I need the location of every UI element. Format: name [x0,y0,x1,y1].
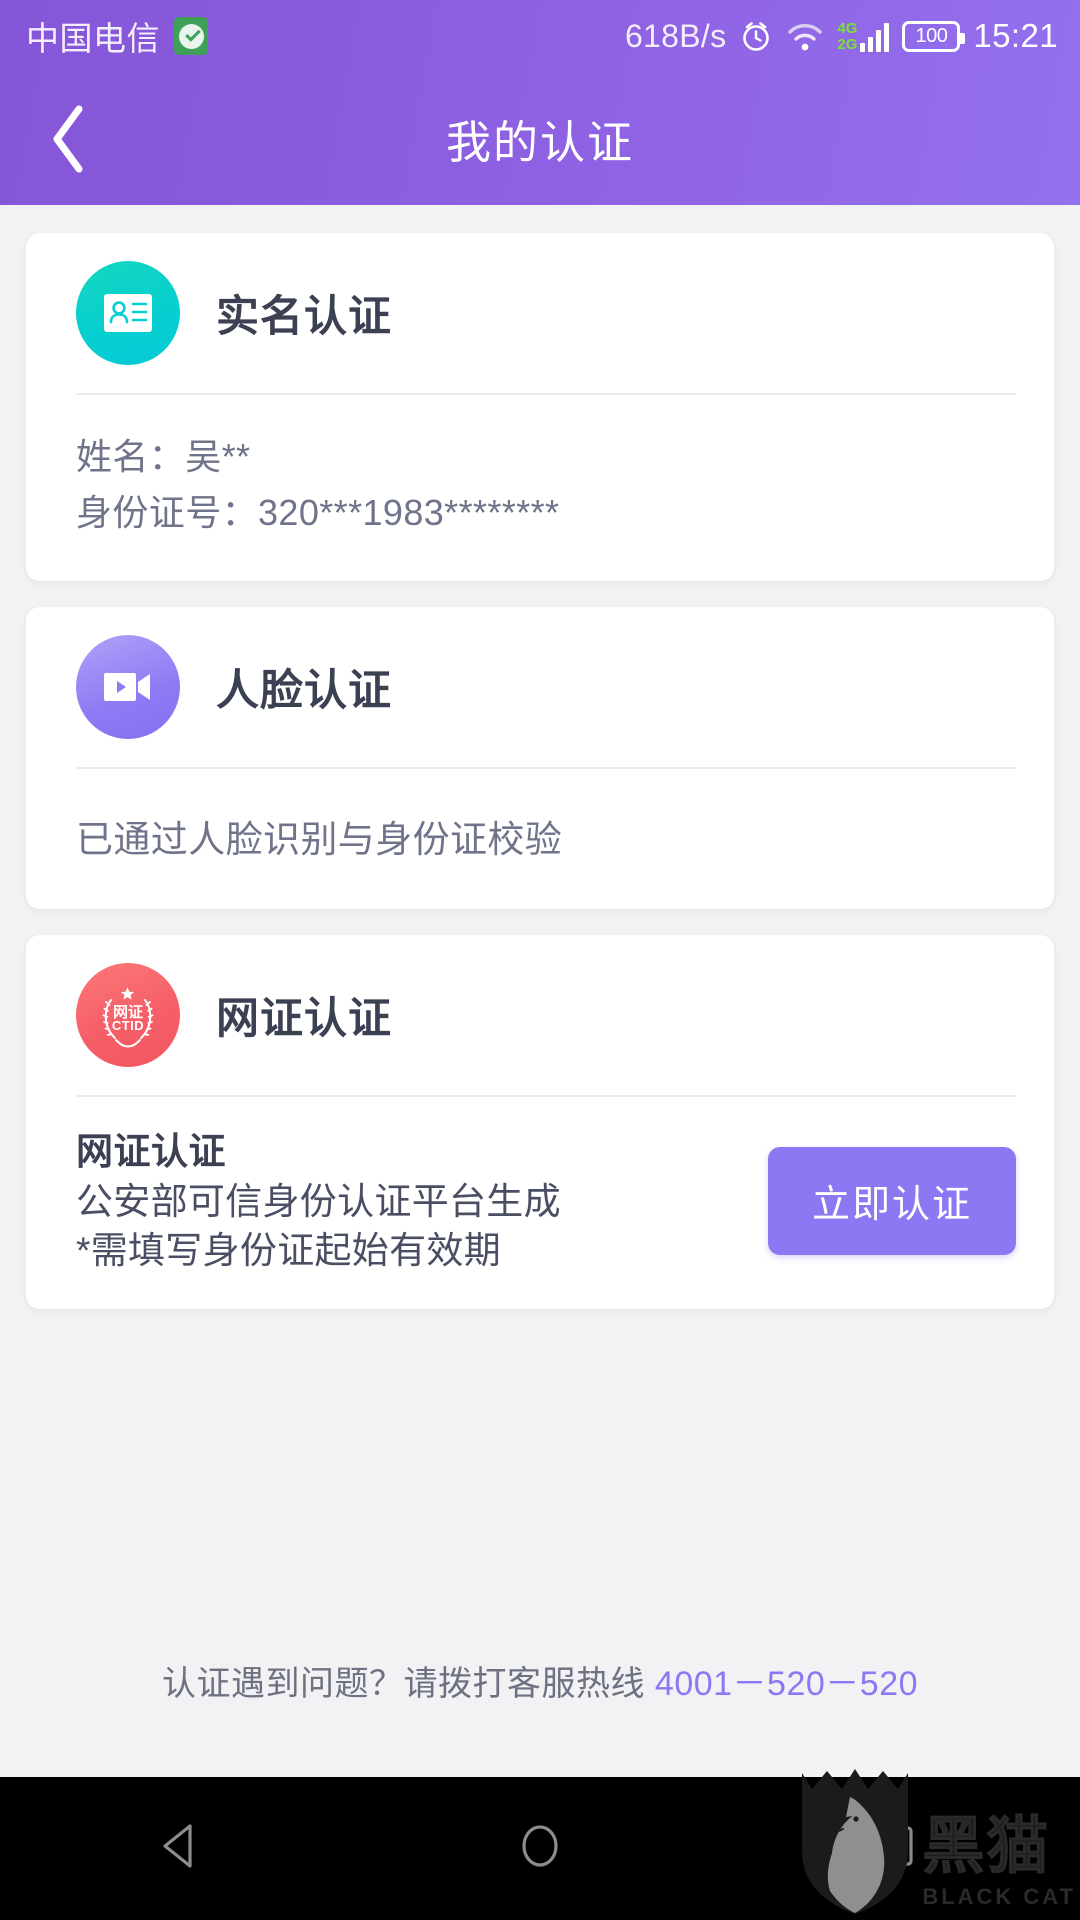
ctid-body-line2: 公安部可信身份认证平台生成 [76,1180,561,1222]
card-title: 人脸认证 [216,666,392,715]
alarm-clock-icon [739,19,773,53]
realname-name-line: 姓名：吴** [76,436,251,477]
battery-icon: 100 [902,20,966,52]
app-header: 中国电信 618B/s 4G 2G 100 15:21 我的认证 [0,0,1080,205]
id-card-icon [76,261,180,365]
svg-text:CTID: CTID [112,1018,144,1033]
triangle-back-icon [152,1818,208,1879]
page-title: 我的认证 [445,117,634,168]
card-face-auth: 人脸认证 已通过人脸识别与身份证校验 [26,606,1054,909]
card-header: 人脸认证 [64,607,1016,767]
nav-home-button[interactable] [480,1789,600,1909]
card-header: 实名认证 [64,233,1016,393]
circle-home-icon [512,1818,568,1879]
clock-label: 15:21 [973,17,1058,54]
ctid-body-title: 网证认证 [76,1130,226,1172]
network-speed-label: 618B/s [624,17,727,54]
card-title: 网证认证 [216,994,392,1043]
ctid-seal-icon: 网证 CTID [76,962,180,1067]
chevron-left-icon [47,103,91,175]
android-navigation-bar: 黑猫 BLACK CAT [0,1769,1080,1920]
support-hotline-text: 认证遇到问题？请拨打客服热线 4001－520－520 [26,1656,1054,1777]
ctid-description: 网证认证 公安部可信身份认证平台生成 *需填写身份证起始有效期 [76,1127,768,1275]
support-hotline-number[interactable]: 4001－520－520 [655,1665,918,1703]
status-bar-right: 618B/s 4G 2G 100 15:21 [625,17,1058,55]
nav-back-button[interactable] [120,1789,240,1909]
nav-recents-button[interactable] [840,1789,960,1909]
verify-now-button[interactable]: 立即认证 [768,1146,1016,1255]
status-bar: 中国电信 618B/s 4G 2G 100 15:21 [0,0,1080,72]
support-hotline-label: 认证遇到问题？请拨打客服热线 [161,1665,655,1703]
signal-tag-2g: 2G [837,35,858,53]
ctid-body-line3: *需填写身份证起始有效期 [76,1229,501,1271]
cellular-signal-icon: 4G 2G [837,20,890,53]
realname-idnumber-line: 身份证号：320***1983******** [76,491,560,533]
card-ctid-auth: 网证 CTID 网证认证 网证认证 公安部可信身份认证平台生成 *需填写身份证起… [26,934,1054,1309]
battery-level-label: 100 [915,24,948,47]
card-realname-auth: 实名认证 姓名：吴** 身份证号：320***1983******** [26,233,1054,581]
carrier-label: 中国电信 [26,20,160,57]
video-camera-icon [76,634,180,739]
app-screen: 中国电信 618B/s 4G 2G 100 15:21 我的认证 实名认证 姓名… [0,0,1080,1920]
wifi-icon [786,21,824,51]
card-body: 网证认证 公安部可信身份认证平台生成 *需填写身份证起始有效期 立即认证 [64,1097,1016,1309]
face-auth-status: 已通过人脸识别与身份证校验 [76,818,563,860]
signal-tag-4g: 4G [837,20,858,38]
main-content: 实名认证 姓名：吴** 身份证号：320***1983******** 人脸认证 [0,205,1080,1777]
title-bar: 我的认证 [0,72,1080,205]
card-title: 实名认证 [216,293,392,341]
card-body: 姓名：吴** 身份证号：320***1983******** [64,395,1016,581]
square-recents-icon [872,1818,928,1879]
back-button[interactable] [26,96,112,182]
card-header: 网证 CTID 网证认证 [64,935,1016,1095]
wechat-check-icon [174,17,208,55]
